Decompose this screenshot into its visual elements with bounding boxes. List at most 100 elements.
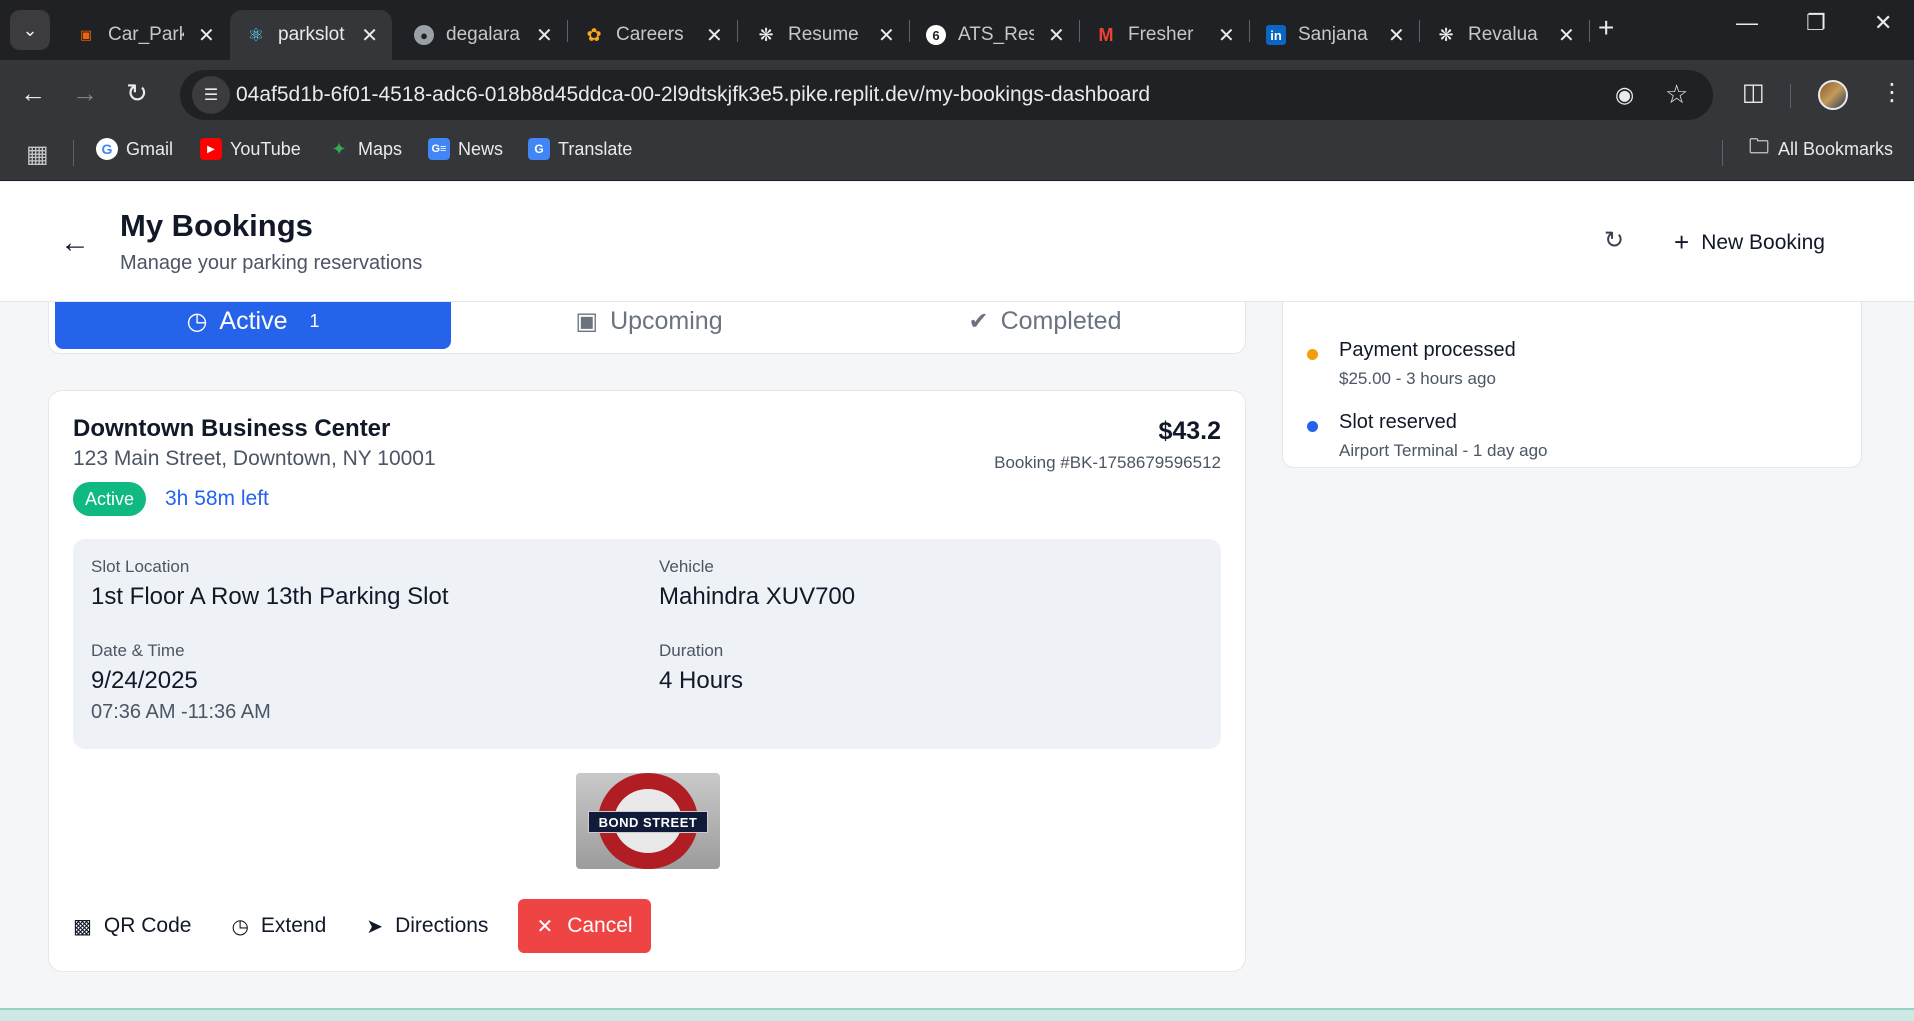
date-time-label: Date & Time (91, 641, 185, 660)
browser-tab[interactable]: 6 ATS_Res ✕ (910, 10, 1080, 60)
browser-tab[interactable]: ● degalara ✕ (398, 10, 568, 60)
close-icon[interactable]: ✕ (706, 23, 723, 48)
tab-divider (1589, 20, 1590, 42)
back-arrow-icon[interactable]: ← (20, 78, 46, 109)
browser-tab[interactable]: ❋ Revalua ✕ (1420, 10, 1590, 60)
bookmark-news[interactable]: G≡ News (428, 138, 503, 160)
refresh-icon[interactable]: ↻ (1604, 226, 1624, 255)
star-icon[interactable]: ☆ (1665, 79, 1688, 110)
slot-location-value: 1st Floor A Row 13th Parking Slot (91, 583, 449, 610)
directions-button[interactable]: ➤ Directions (366, 914, 488, 939)
tab-label: Fresher (1128, 24, 1194, 45)
navigation-icon: ➤ (366, 915, 384, 938)
qr-code-button[interactable]: ▩ QR Code (73, 914, 191, 939)
bookmark-label: Translate (558, 138, 633, 159)
browser-tab-active[interactable]: ⚛ parkslot ✕ (230, 10, 392, 60)
back-arrow-icon[interactable]: ← (60, 226, 90, 260)
check-circle-icon: ✔ (968, 307, 989, 335)
browser-tab[interactable]: ▣ Car_Parki ✕ (60, 10, 230, 60)
browser-tab[interactable]: ✿ Careers ✕ (568, 10, 738, 60)
close-icon[interactable]: ✕ (1048, 23, 1065, 48)
profile-avatar[interactable] (1818, 80, 1848, 110)
close-icon[interactable]: ✕ (1218, 23, 1235, 48)
apps-grid-icon[interactable]: ▦ (26, 140, 49, 169)
window-close-icon[interactable]: ✕ (1874, 10, 1892, 36)
tab-active-count: 1 (309, 310, 320, 331)
g6-icon: 6 (926, 25, 946, 45)
location-name: Downtown Business Center (73, 415, 391, 442)
react-icon: ⚛ (247, 24, 265, 45)
forward-arrow-icon[interactable]: → (72, 78, 98, 109)
extend-label: Extend (260, 914, 327, 937)
google-icon: G (96, 138, 118, 160)
duration-label: Duration (659, 641, 724, 660)
page-header: ← My Bookings Manage your parking reserv… (0, 182, 1914, 302)
extensions-icon[interactable]: ◫ (1742, 78, 1765, 107)
bookmark-translate[interactable]: G Translate (528, 138, 632, 160)
site-info-icon[interactable]: ☰ (192, 76, 230, 114)
address-bar[interactable]: ☰ 04af5d1b-6f01-4518-adc6-018b8d45ddca-0… (180, 70, 1713, 120)
url-text[interactable]: 04af5d1b-6f01-4518-adc6-018b8d45ddca-00-… (236, 83, 1150, 107)
calendar-icon: ▣ (575, 307, 599, 335)
plus-icon: + (1674, 227, 1690, 257)
close-icon[interactable]: ✕ (1388, 23, 1405, 48)
bookmark-label: News (458, 138, 504, 159)
folder-icon: 🗀 (1749, 136, 1769, 158)
tab-label: Car_Parki (108, 24, 184, 45)
news-icon: G≡ (428, 138, 450, 160)
clock-icon: ◷ (231, 915, 249, 938)
location-image: BOND STREET (576, 773, 720, 869)
activity-title: Slot reserved (1339, 411, 1457, 433)
booking-price: $43.2 (1158, 417, 1221, 445)
cancel-booking-button[interactable]: ✕ Cancel (518, 899, 651, 953)
bookmarks-divider (1722, 140, 1723, 166)
bookmark-gmail[interactable]: G Gmail (96, 138, 173, 160)
all-bookmarks-label: All Bookmarks (1778, 138, 1894, 159)
youtube-icon: ▶ (200, 138, 222, 160)
gmail-icon: M (1098, 24, 1114, 45)
new-tab-button[interactable]: + (1598, 12, 1614, 44)
openai-icon: ❋ (1438, 24, 1454, 45)
bookmark-maps[interactable]: ✦ Maps (328, 138, 402, 160)
bottom-strip (0, 1008, 1914, 1021)
booking-details: Slot Location 1st Floor A Row 13th Parki… (73, 539, 1221, 749)
eye-off-icon[interactable]: ◉ (1615, 82, 1634, 108)
activity-subtitle: Airport Terminal - 1 day ago (1339, 441, 1548, 460)
status-dot (1307, 349, 1318, 360)
all-bookmarks[interactable]: 🗀 All Bookmarks (1748, 136, 1894, 160)
wipro-icon: ✿ (586, 24, 602, 45)
extend-button[interactable]: ◷ Extend (231, 914, 326, 939)
translate-icon: G (528, 138, 550, 160)
close-icon[interactable]: ✕ (198, 23, 215, 48)
kebab-menu-icon[interactable]: ⋮ (1880, 78, 1904, 107)
close-icon[interactable]: ✕ (878, 23, 895, 48)
tab-active-label: Active (219, 306, 288, 335)
bookmark-label: YouTube (230, 138, 301, 159)
activity-title: Payment processed (1339, 339, 1516, 361)
tab-search-button[interactable]: ⌄ (10, 10, 50, 50)
new-booking-label: New Booking (1701, 230, 1825, 254)
reload-icon[interactable]: ↻ (126, 78, 148, 109)
browser-tab[interactable]: ❋ Resume ✕ (740, 10, 910, 60)
replit-icon: ▣ (79, 27, 93, 42)
tab-completed-label: Completed (1000, 306, 1122, 335)
browser-tab[interactable]: M Fresher ✕ (1080, 10, 1250, 60)
bookmark-label: Maps (358, 138, 403, 159)
tab-divider (737, 20, 738, 42)
close-icon[interactable]: ✕ (536, 23, 553, 48)
close-icon[interactable]: ✕ (1558, 23, 1575, 48)
close-icon[interactable]: ✕ (361, 23, 378, 48)
bookmark-youtube[interactable]: ▶ YouTube (200, 138, 301, 160)
linkedin-icon: in (1266, 25, 1286, 45)
browser-tab[interactable]: in Sanjana ✕ (1250, 10, 1420, 60)
directions-label: Directions (395, 914, 489, 937)
restore-icon[interactable]: ❐ (1806, 10, 1826, 36)
tab-label: Resume (788, 24, 859, 45)
minimize-icon[interactable]: — (1736, 10, 1758, 36)
roundel-sign-text: BOND STREET (588, 811, 708, 833)
tab-label: Sanjana (1298, 24, 1368, 45)
booking-actions: ▩ QR Code ◷ Extend ➤ Directions ✕ Cancel (73, 899, 651, 953)
new-booking-button[interactable]: + New Booking (1674, 227, 1825, 258)
status-badge: Active (73, 482, 147, 516)
booking-id: Booking #BK-1758679596512 (994, 453, 1221, 472)
